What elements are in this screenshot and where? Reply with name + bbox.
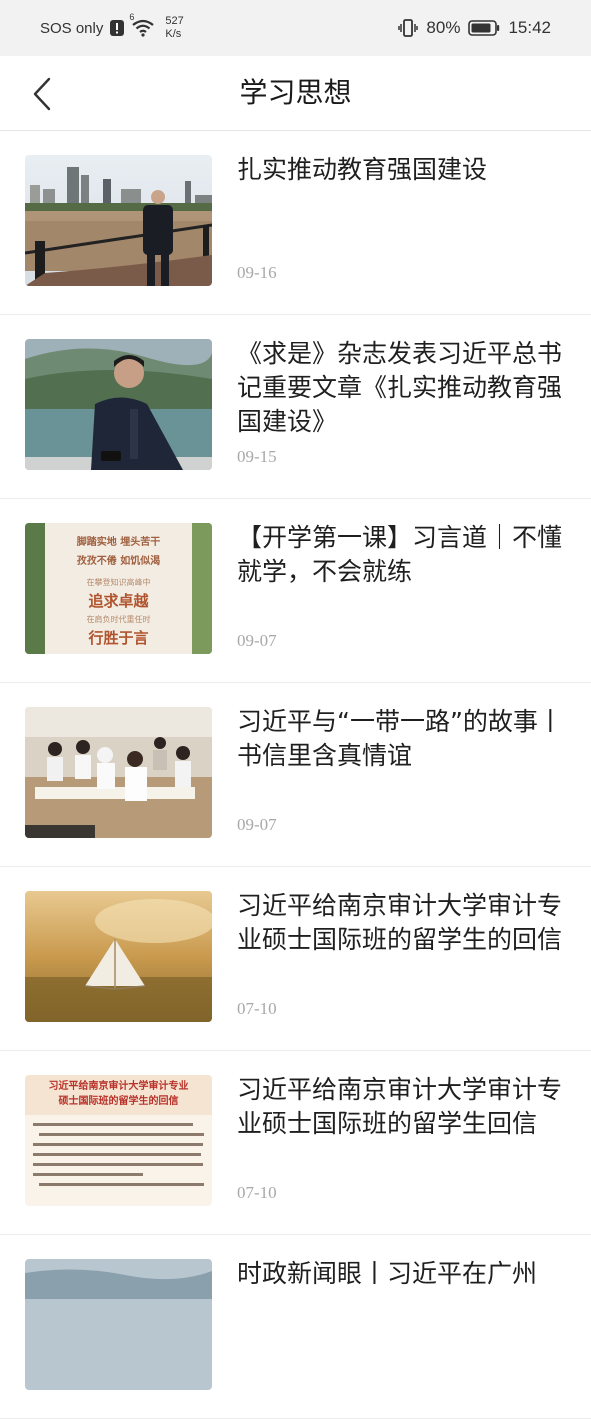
list-item[interactable]: 《求是》杂志发表习近平总书记重要文章《扎实推动教育强国建设》 09-15 — [0, 315, 591, 499]
article-thumbnail — [25, 707, 212, 838]
article-date: 09-16 — [237, 263, 277, 282]
article-title: 时政新闻眼丨习近平在广州 — [237, 1259, 538, 1288]
article-title: 习近平给南京审计大学审计专业硕士国际班的留学生的回信 — [237, 891, 563, 954]
wifi-icon: 6 — [129, 12, 155, 38]
article-list: 扎实推动教育强国建设 09-16 《求是》杂志发表习近平总书记重要文章《扎实推动… — [0, 131, 591, 1419]
article-date: 07-10 — [237, 999, 277, 1018]
vibrate-icon — [398, 18, 419, 38]
list-item[interactable]: 脚踏实地 埋头苦干 孜孜不倦 如饥似渴 在攀登知识高峰中 追求卓越 在肩负时代重… — [0, 499, 591, 683]
wifi-badge: 6 — [129, 12, 135, 22]
battery-icon — [468, 19, 500, 37]
article-title: 扎实推动教育强国建设 — [237, 155, 488, 184]
thumb-text: 脚踏实地 埋头苦干 — [76, 537, 161, 548]
battery-percent: 80% — [426, 18, 461, 37]
article-date: 09-07 — [237, 815, 277, 834]
list-item[interactable]: 习近平给南京审计大学审计专业 硕士国际班的留学生的回信 习近平给南京审计大学审计… — [0, 1051, 591, 1235]
article-thumbnail: 习近平给南京审计大学审计专业 硕士国际班的留学生的回信 — [25, 1075, 212, 1206]
status-bar: SOS only 6 527 K/s 80% 15:42 — [0, 0, 591, 56]
article-thumbnail: 脚踏实地 埋头苦干 孜孜不倦 如饥似渴 在攀登知识高峰中 追求卓越 在肩负时代重… — [25, 523, 212, 654]
network-speed-value: 527 — [165, 15, 184, 27]
thumb-text: 在攀登知识高峰中 — [86, 578, 151, 587]
clock: 15:42 — [508, 18, 551, 37]
article-date: 09-15 — [237, 447, 277, 466]
article-date: 07-10 — [237, 1183, 277, 1202]
carrier-label: SOS only — [40, 19, 104, 37]
app-header: 学习思想 — [0, 56, 591, 131]
network-speed-unit: K/s — [165, 28, 182, 40]
thumb-text: 孜孜不倦 如饥似渴 — [76, 556, 161, 567]
article-date: 09-07 — [237, 631, 277, 650]
thumb-text: 行胜于言 — [88, 629, 149, 647]
list-item[interactable]: 扎实推动教育强国建设 09-16 — [0, 131, 591, 315]
thumb-text: 在肩负时代重任时 — [86, 615, 151, 624]
thumb-text: 硕士国际班的留学生的回信 — [58, 1096, 179, 1107]
list-item[interactable]: 习近平与“一带一路”的故事丨书信里含真情谊 09-07 — [0, 683, 591, 867]
article-title: 习近平与“一带一路”的故事丨书信里含真情谊 — [237, 707, 563, 770]
article-title: 《求是》杂志发表习近平总书记重要文章《扎实推动教育强国建设》 — [237, 339, 563, 436]
thumb-text: 习近平给南京审计大学审计专业 — [48, 1081, 189, 1092]
alert-icon — [109, 19, 125, 37]
article-thumbnail — [25, 1259, 212, 1390]
page-title: 学习思想 — [239, 76, 352, 109]
article-thumbnail — [25, 339, 212, 470]
article-thumbnail — [25, 891, 212, 1022]
thumb-text: 追求卓越 — [88, 592, 149, 610]
list-item[interactable]: 时政新闻眼丨习近平在广州 — [0, 1235, 591, 1419]
article-title: 【开学第一课】习言道｜不懂就学，不会就练 — [237, 523, 563, 586]
article-title: 习近平给南京审计大学审计专业硕士国际班的留学生回信 — [237, 1075, 563, 1138]
network-speed: 527 K/s — [165, 15, 183, 41]
list-item[interactable]: 习近平给南京审计大学审计专业硕士国际班的留学生的回信 07-10 — [0, 867, 591, 1051]
article-thumbnail — [25, 155, 212, 286]
